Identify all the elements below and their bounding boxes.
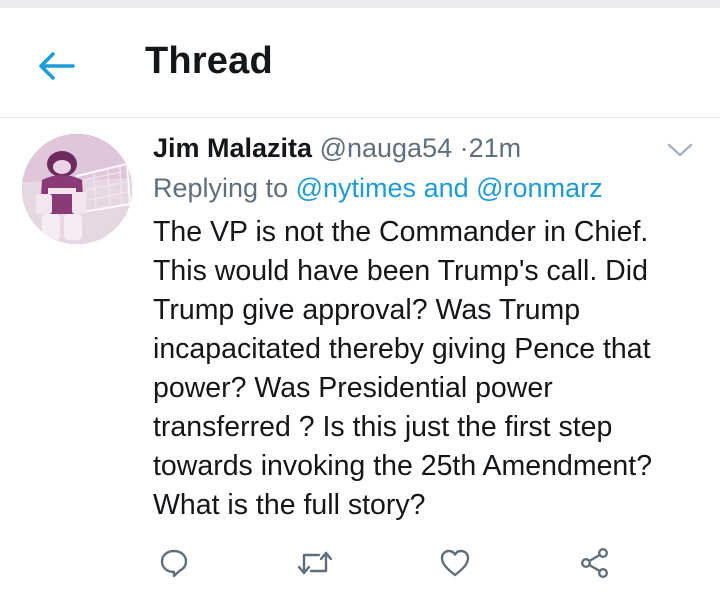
- retweet-button[interactable]: [295, 543, 335, 583]
- replying-to: Replying to @nytimes and @ronmarz: [153, 171, 603, 205]
- reply-button[interactable]: [154, 543, 194, 583]
- mention-and-text: and: [423, 173, 469, 203]
- app-header: Thread: [0, 8, 720, 118]
- retweet-icon: [297, 548, 333, 578]
- share-button[interactable]: [575, 543, 615, 583]
- tweet[interactable]: Jim Malazita @nauga54 ·21m Replying to @…: [0, 118, 720, 596]
- author-name[interactable]: Jim Malazita: [153, 133, 312, 163]
- chevron-down-icon: [667, 142, 693, 158]
- avatar[interactable]: [22, 134, 132, 244]
- tweet-text-line: power? Was Presidential power: [153, 372, 553, 404]
- page-title: Thread: [145, 40, 273, 82]
- replying-prefix: Replying to: [153, 173, 289, 203]
- tweet-menu-button[interactable]: [662, 138, 698, 162]
- tweet-text-line: towards invoking the 25th Amendment?: [153, 450, 653, 482]
- tweet-text-line: Trump give approval? Was Trump: [153, 294, 581, 326]
- tweet-header: Jim Malazita @nauga54 ·21m: [153, 131, 521, 165]
- tweet-actions: [0, 543, 720, 587]
- tweet-text-line: The VP is not the Commander in Chief.: [153, 216, 649, 248]
- arrow-left-icon: [37, 51, 75, 81]
- mention-link-nytimes[interactable]: @nytimes: [296, 173, 416, 203]
- status-bar: [0, 0, 720, 8]
- mention-link-ronmarz[interactable]: @ronmarz: [476, 173, 602, 203]
- reply-icon: [159, 548, 189, 578]
- like-button[interactable]: [435, 543, 475, 583]
- back-button[interactable]: [28, 44, 84, 88]
- like-icon: [439, 548, 471, 578]
- share-icon: [579, 547, 611, 579]
- tweet-text-line: What is the full story?: [153, 489, 426, 521]
- tweet-text-line: This would have been Trump's call. Did: [153, 255, 648, 287]
- tweet-time: 21m: [468, 133, 522, 163]
- tweet-text-line: transferred ? Is this just the first ste…: [153, 411, 613, 443]
- author-handle: @nauga54: [319, 133, 453, 163]
- tweet-text-line: incapacitated thereby giving Pence that: [153, 333, 651, 365]
- tweet-text: The VP is not the Commander in Chief. Th…: [153, 213, 713, 525]
- separator-dot: ·: [459, 133, 469, 163]
